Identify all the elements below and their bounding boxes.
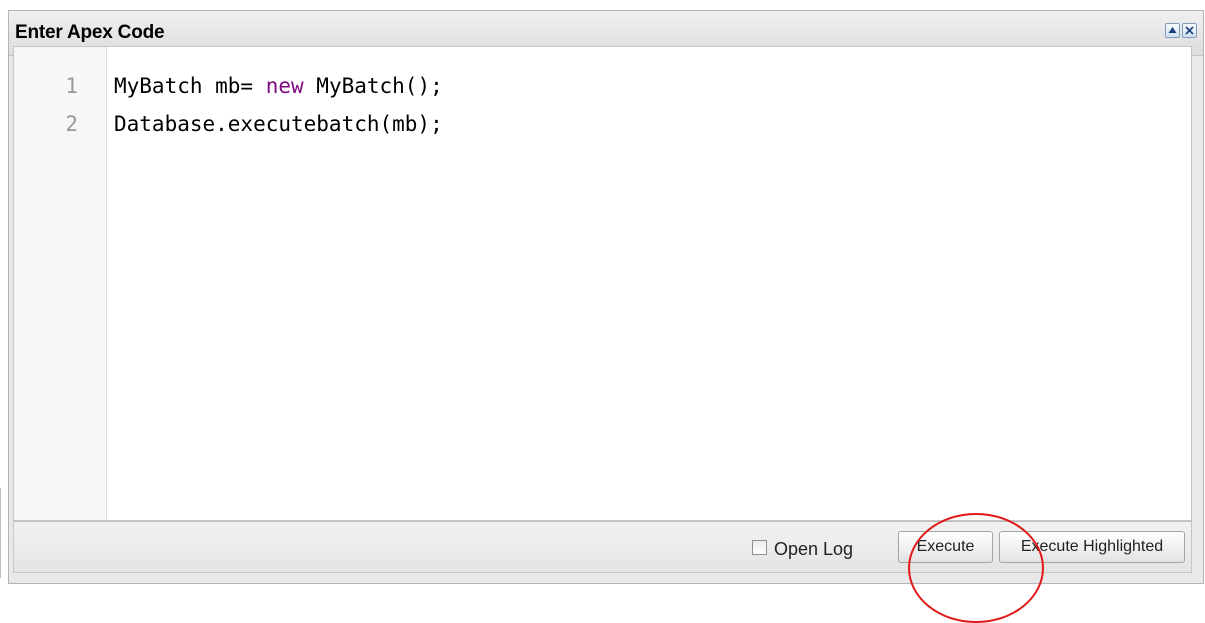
code-keyword: new <box>265 74 304 98</box>
collapse-button[interactable] <box>1165 23 1180 38</box>
code-text: Database.executebatch(mb); <box>114 112 443 136</box>
close-icon <box>1185 26 1194 35</box>
line-number: 1 <box>65 74 78 98</box>
line-number: 2 <box>65 112 78 136</box>
triangle-up-icon <box>1168 27 1177 33</box>
page-edge-divider <box>0 488 1 578</box>
open-log-checkbox[interactable] <box>752 540 767 555</box>
panel-title: Enter Apex Code <box>15 22 165 43</box>
open-log-label[interactable]: Open Log <box>774 539 853 560</box>
code-text: MyBatch mb= <box>114 74 266 98</box>
code-editor[interactable]: 1 2 MyBatch mb= new MyBatch(); Database.… <box>13 46 1192 521</box>
code-line[interactable]: Database.executebatch(mb); <box>114 112 443 136</box>
editor-footer: Open Log Execute Execute Highlighted <box>13 521 1192 573</box>
execute-button[interactable]: Execute <box>898 531 993 563</box>
execute-highlighted-button[interactable]: Execute Highlighted <box>999 531 1185 563</box>
line-number-gutter: 1 2 <box>14 47 107 520</box>
code-line[interactable]: MyBatch mb= new MyBatch(); <box>114 74 443 98</box>
close-button[interactable] <box>1182 23 1197 38</box>
code-text: MyBatch(); <box>303 74 443 98</box>
